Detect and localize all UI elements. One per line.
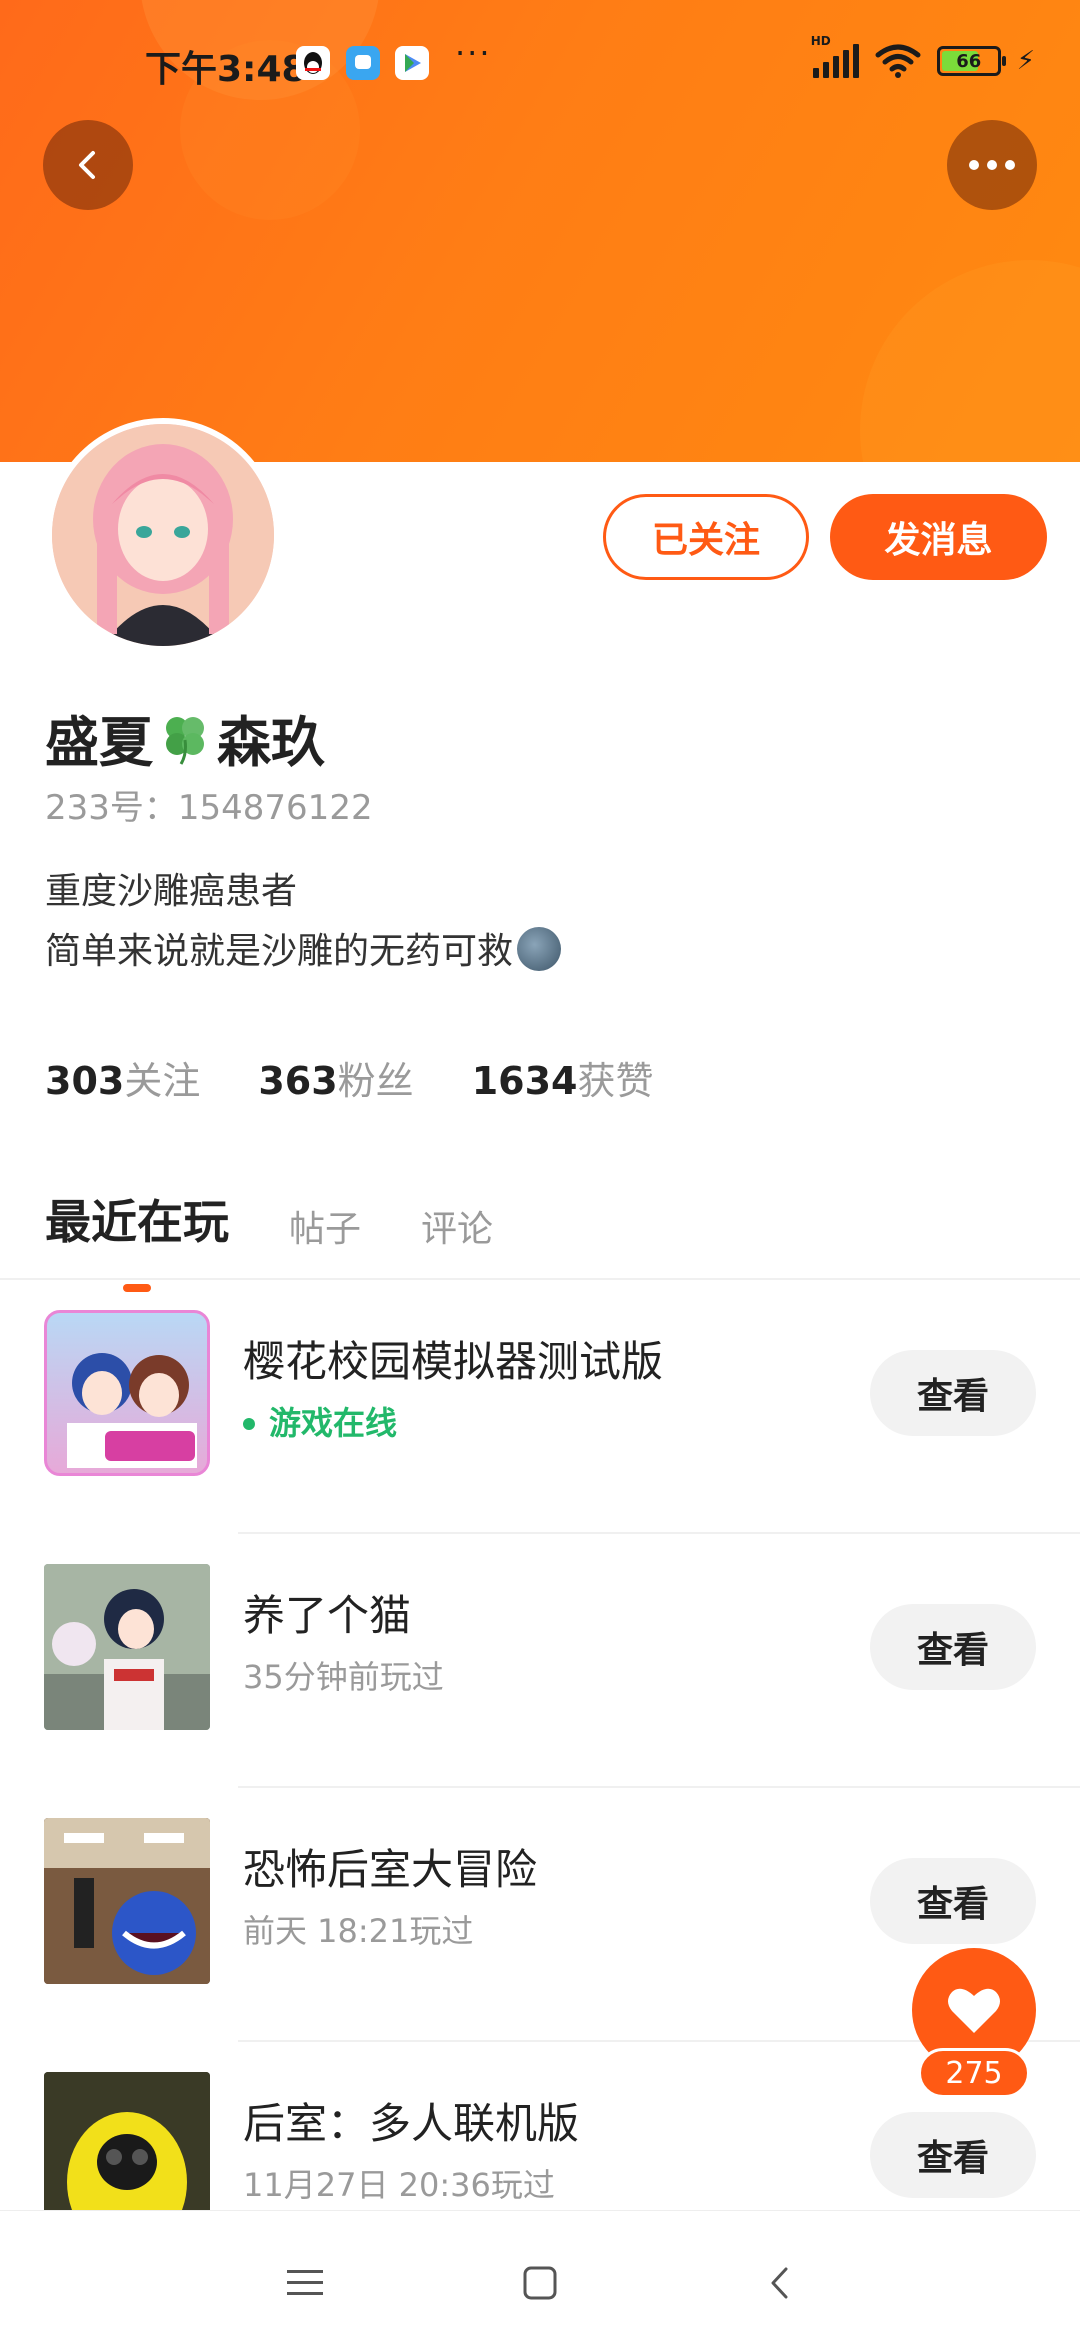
moon-face-emoji [517,927,562,971]
nickname-part2: 森玖 [217,711,325,774]
game-title: 后室：多人联机版 [243,2099,580,2148]
user-id: 233号：154876122 [45,788,373,828]
charging-icon: ⚡ [1016,46,1035,76]
system-navigation-bar [0,2210,1080,2340]
like-count-badge: 275 [918,2048,1030,2098]
view-button[interactable]: 查看 [870,2112,1036,2198]
nickname: 盛夏 森玖 [45,698,325,777]
status-indicators: HD 66 ⚡ [811,34,1035,78]
play-store-icon [395,46,429,80]
heart-icon [948,1988,1000,2033]
wifi-icon [875,44,921,78]
tab-posts[interactable]: 帖子 [289,1200,361,1252]
list-item[interactable]: 养了个猫 35分钟前玩过 查看 [0,1534,1080,1788]
status-time: 下午3:48 [145,49,307,90]
view-button[interactable]: 查看 [870,1858,1036,1944]
stat-fans[interactable]: 363粉丝 [258,1050,413,1105]
battery-level: 66 [956,50,982,72]
stat-number: 363 [258,1059,338,1103]
view-button[interactable]: 查看 [870,1350,1036,1436]
online-status-text: 游戏在线 [269,1404,398,1442]
status-bar: 下午3:48 ··· HD 66 ⚡ [0,0,1080,130]
clover-icon [166,716,204,765]
view-button[interactable]: 查看 [870,1604,1036,1690]
home-icon[interactable] [510,2253,570,2313]
send-message-button[interactable]: 发消息 [830,494,1047,580]
signal-icon: HD [811,34,859,78]
more-options-button[interactable] [947,120,1037,210]
profile-stats: 303关注 363粉丝 1634获赞 [45,1050,653,1105]
menu-icon[interactable] [275,2253,335,2313]
last-played: 35分钟前玩过 [243,1658,444,1696]
tab-recently-played[interactable]: 最近在玩 [45,1186,229,1292]
online-status: 游戏在线 [243,1398,397,1444]
game-thumbnail [44,2072,210,2210]
online-dot-icon [243,1418,255,1430]
last-played: 前天 18:21玩过 [243,1912,474,1950]
stat-label: 粉丝 [337,1059,414,1103]
qq-icon [296,46,330,80]
chevron-left-icon [79,151,95,179]
game-thumbnail [44,1818,210,1984]
bio-line: 重度沙雕癌患者 [45,871,298,912]
stat-number: 1634 [471,1059,578,1103]
status-more-dots: ··· [455,34,492,72]
list-item[interactable]: 樱花校园模拟器测试版 游戏在线 查看 [0,1280,1080,1534]
stat-likes: 1634获赞 [472,1050,654,1105]
game-title: 樱花校园模拟器测试版 [243,1337,664,1386]
banner-decoration [860,260,1080,462]
battery-icon: 66 [936,46,1006,76]
game-title: 恐怖后室大冒险 [243,1845,538,1894]
game-title: 养了个猫 [243,1591,412,1640]
back-icon[interactable] [750,2253,810,2313]
following-button[interactable]: 已关注 [603,494,809,580]
more-horizontal-icon [969,160,1015,170]
stat-label: 关注 [124,1059,201,1103]
bio: 重度沙雕癌患者 简单来说就是沙雕的无药可救 [45,862,562,982]
stat-number: 303 [45,1059,125,1103]
last-played: 11月27日 20:36玩过 [243,2166,555,2204]
hd-label: HD [810,34,831,48]
tab-comments[interactable]: 评论 [421,1200,493,1252]
bio-line-text: 简单来说就是沙雕的无药可救 [45,931,514,972]
game-thumbnail [44,1564,210,1730]
game-thumbnail [44,1310,210,1476]
back-button[interactable] [43,120,133,210]
nickname-part1: 盛夏 [45,711,153,774]
stat-following[interactable]: 303关注 [45,1050,200,1105]
profile-tabs: 最近在玩 帖子 评论 [45,1186,493,1292]
chat-app-icon [346,46,380,80]
avatar[interactable] [46,418,280,652]
stat-label: 获赞 [577,1059,654,1103]
bio-line: 简单来说就是沙雕的无药可救 [45,922,562,982]
